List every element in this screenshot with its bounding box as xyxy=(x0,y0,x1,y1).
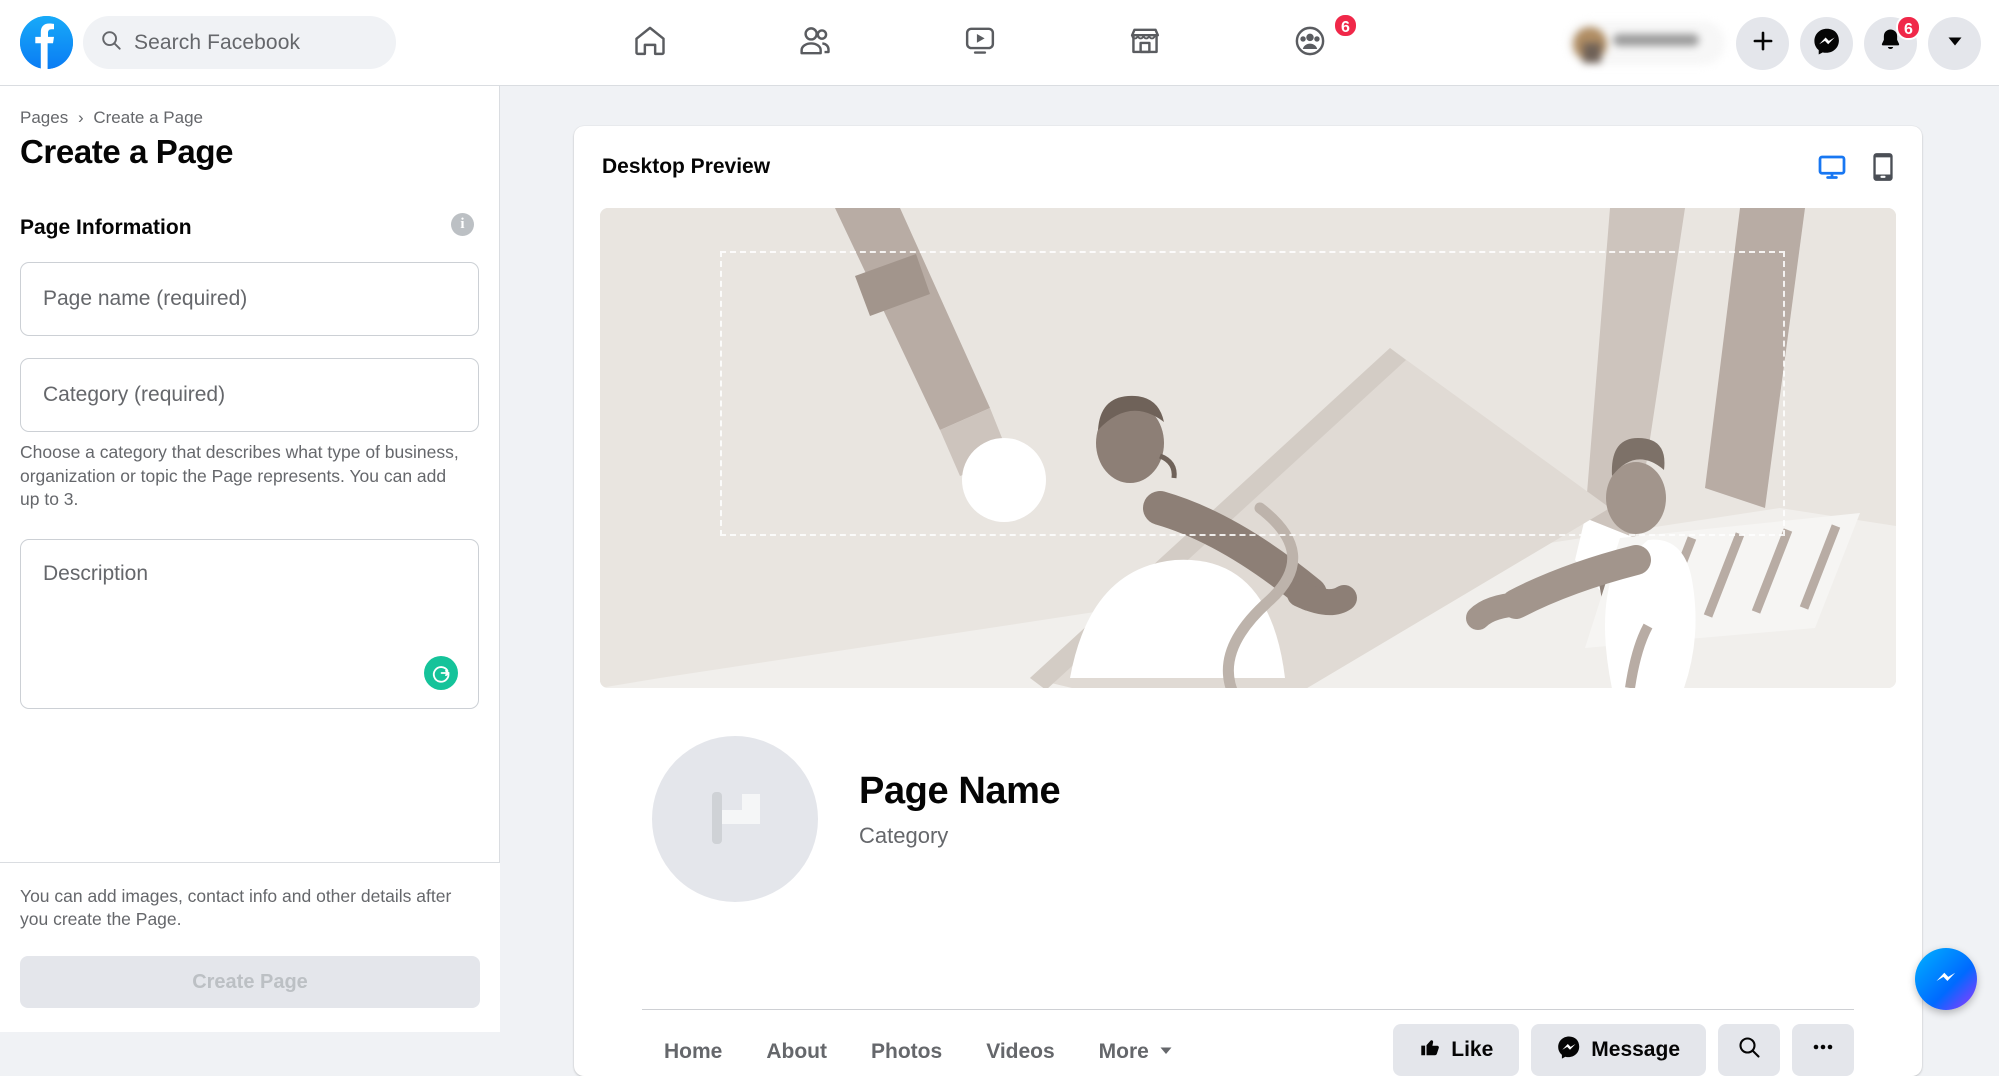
create-page-sidebar: Pages › Create a Page Create a Page i Pa… xyxy=(0,86,500,1032)
tab-label: Home xyxy=(664,1040,722,1064)
cover-crop-frame xyxy=(720,251,1785,536)
nav-marketplace[interactable] xyxy=(1075,7,1215,79)
messenger-button[interactable] xyxy=(1800,17,1853,70)
nav-groups[interactable]: 6 xyxy=(1240,7,1380,79)
category-helper-text: Choose a category that describes what ty… xyxy=(20,441,470,512)
button-label: Like xyxy=(1451,1038,1493,1062)
breadcrumb-separator: › xyxy=(78,108,84,127)
preview-card-header: Desktop Preview xyxy=(574,126,1922,208)
nav-home[interactable] xyxy=(580,7,720,79)
section-title-page-information: Page Information xyxy=(0,171,499,240)
footer-note: You can add images, contact info and oth… xyxy=(20,885,480,932)
groups-icon xyxy=(1292,23,1328,64)
account-menu-button[interactable] xyxy=(1928,17,1981,70)
preview-page-category: Category xyxy=(859,823,1060,849)
tab-label: Videos xyxy=(986,1040,1054,1064)
notifications-button[interactable]: 6 xyxy=(1864,17,1917,70)
description-placeholder: Description xyxy=(43,562,148,585)
ellipsis-icon xyxy=(1810,1034,1836,1066)
chevron-down-icon xyxy=(1945,31,1965,56)
page-name-input[interactable]: Page name (required) xyxy=(20,262,479,336)
watch-video-icon xyxy=(962,23,998,64)
messenger-icon xyxy=(1557,1035,1581,1065)
preview-stage: Desktop Preview xyxy=(500,86,1999,1032)
desktop-preview-card: Desktop Preview xyxy=(574,126,1922,1076)
search-icon xyxy=(100,29,122,56)
messenger-icon xyxy=(1813,27,1841,60)
notifications-badge: 6 xyxy=(1896,15,1921,40)
page-name-placeholder: Page name (required) xyxy=(43,287,247,311)
mobile-phone-icon[interactable] xyxy=(1870,152,1896,182)
plus-icon xyxy=(1750,28,1776,59)
category-placeholder: Category (required) xyxy=(43,383,225,407)
tab-home[interactable]: Home xyxy=(642,1026,744,1076)
sidebar-header: Pages › Create a Page Create a Page xyxy=(0,86,499,171)
facebook-logo[interactable] xyxy=(20,16,73,69)
search-input[interactable]: Search Facebook xyxy=(83,16,396,69)
marketplace-store-icon xyxy=(1127,23,1163,64)
tab-more[interactable]: More xyxy=(1077,1026,1196,1076)
caret-down-icon xyxy=(1158,1040,1174,1064)
profile-shortcut[interactable] xyxy=(1567,21,1725,65)
category-input[interactable]: Category (required) xyxy=(20,358,479,432)
breadcrumb-current: Create a Page xyxy=(93,108,203,127)
nav-friends[interactable] xyxy=(745,7,885,79)
home-icon xyxy=(632,23,668,64)
tab-label: About xyxy=(766,1040,827,1064)
tab-videos[interactable]: Videos xyxy=(964,1026,1076,1076)
nav-watch[interactable] xyxy=(910,7,1050,79)
preview-page-name: Page Name xyxy=(859,770,1060,813)
page-title: Create a Page xyxy=(20,133,479,171)
tab-label: More xyxy=(1099,1040,1149,1064)
avatar[interactable] xyxy=(646,730,824,908)
top-navigation-bar: Search Facebook xyxy=(0,0,1999,86)
preview-tabs: Home About Photos Videos More xyxy=(642,1026,1196,1076)
create-button[interactable] xyxy=(1736,17,1789,70)
thumbs-up-icon xyxy=(1419,1036,1441,1064)
cover-photo-placeholder xyxy=(600,208,1896,688)
preview-title: Desktop Preview xyxy=(602,155,770,179)
topbar-left: Search Facebook xyxy=(0,16,396,69)
tab-about[interactable]: About xyxy=(744,1026,849,1076)
tab-photos[interactable]: Photos xyxy=(849,1026,964,1076)
flag-placeholder-icon xyxy=(692,774,778,865)
preview-divider xyxy=(642,1009,1854,1010)
breadcrumb-root[interactable]: Pages xyxy=(20,108,68,127)
view-toggle-group xyxy=(1817,152,1896,182)
friends-icon xyxy=(797,23,833,64)
monitor-icon[interactable] xyxy=(1817,152,1847,182)
topbar-right: 6 xyxy=(1567,0,1981,86)
info-icon[interactable]: i xyxy=(451,213,474,236)
button-label: Message xyxy=(1591,1038,1680,1062)
sidebar-footer: You can add images, contact info and oth… xyxy=(0,862,500,1032)
messenger-icon xyxy=(1929,960,1963,999)
tab-label: Photos xyxy=(871,1040,942,1064)
breadcrumb: Pages › Create a Page xyxy=(20,108,479,128)
description-input[interactable]: Description xyxy=(20,539,479,709)
search-placeholder: Search Facebook xyxy=(134,31,300,55)
grammarly-icon[interactable] xyxy=(424,656,458,690)
messenger-chat-fab[interactable] xyxy=(1915,948,1977,1010)
search-icon xyxy=(1737,1035,1761,1065)
groups-badge: 6 xyxy=(1333,13,1358,38)
page-identity: Page Name Category xyxy=(859,770,1060,849)
topbar-nav-icons: 6 xyxy=(580,0,1380,86)
create-page-button[interactable]: Create Page xyxy=(20,956,480,1008)
